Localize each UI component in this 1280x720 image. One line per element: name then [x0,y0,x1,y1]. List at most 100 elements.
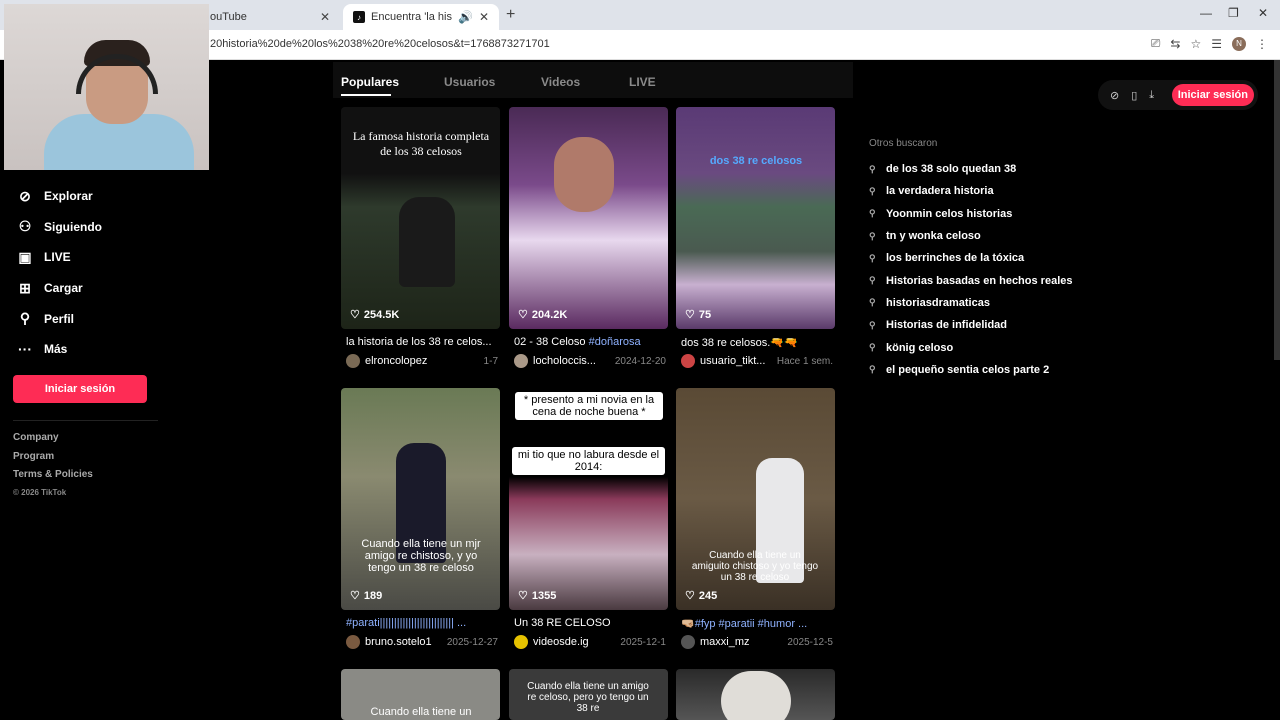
desc-text: 02 - 38 Celoso [514,336,589,348]
video-thumbnail[interactable]: Cuando ella tiene un [341,669,500,720]
compass-icon[interactable]: ⊘ [1110,89,1119,102]
sidebar-item-siguiendo[interactable]: ⚇ Siguiendo [0,212,210,243]
sidebar-item-mas[interactable]: ··· Más [0,334,210,365]
avatar[interactable] [346,354,360,368]
username[interactable]: maxxi_mz [700,636,787,648]
video-thumbnail[interactable]: Cuando ella tiene un amiguito chistoso y… [676,388,835,610]
avatar[interactable] [681,635,695,649]
bookmark-star-icon[interactable]: ☆ [1190,37,1201,51]
video-thumbnail[interactable]: Cuando ella tiene un mjr amigo re chisto… [341,388,500,610]
close-window-icon[interactable]: ✕ [1258,6,1268,20]
search-icon: ⚲ [869,252,876,263]
hashtag[interactable]: #parati|||||||||||||||||||||||||| ... [346,617,466,629]
login-button[interactable]: Iniciar sesión [13,375,147,403]
video-thumbnail[interactable]: La famosa historia completa de los 38 ce… [341,107,500,329]
video-thumbnail[interactable]: dos 38 re celosos [676,107,835,329]
tab-populares[interactable]: Populares [341,75,399,89]
suggestion-item[interactable]: ⚲ Historias de infidelidad [869,314,1072,336]
sidebar-divider [13,420,158,421]
tab-youtube[interactable]: ouTube ✕ [200,4,340,30]
footer-link-company[interactable]: Company [13,432,93,451]
download-icon[interactable]: ⤓ [1149,89,1154,102]
tiktok-favicon-icon: ♪ [353,11,365,23]
suggestion-item[interactable]: ⚲ Yoonmin celos historias [869,203,1072,225]
footer-link-terms[interactable]: Terms & Policies [13,469,93,488]
video-description[interactable]: dos 38 re celosos.🔫🔫 [681,336,833,349]
suggestion-item[interactable]: ⚲ de los 38 solo quedan 38 [869,158,1072,180]
sidebar-item-explorar[interactable]: ⊘ Explorar [0,181,210,212]
avatar[interactable] [514,354,528,368]
video-thumbnail[interactable]: * presento a mi novia en la cena de noch… [509,388,668,610]
video-meta: bruno.sotelo1 2025-12-27 [346,634,498,650]
close-icon[interactable]: ✕ [320,10,330,24]
header-login-button[interactable]: Iniciar sesión [1171,84,1254,106]
suggestion-item[interactable]: ⚲ historiasdramaticas [869,292,1072,314]
tab-live[interactable]: LIVE [629,75,656,89]
like-count: ♡ 189 [350,589,383,603]
username[interactable]: videosde.ig [533,636,620,648]
profile-icon: ⚲ [19,310,31,327]
speaker-icon[interactable]: 🔊 [458,10,473,24]
footer-link-program[interactable]: Program [13,451,93,470]
new-tab-button[interactable]: + [506,6,515,24]
username[interactable]: usuario_tikt... [700,355,777,367]
suggestion-label: el pequeño sentia celos parte 2 [886,363,1050,376]
translate-icon[interactable]: ⇆ [1170,37,1180,51]
video-meta: usuario_tikt... Hace 1 sem. [681,353,833,369]
username[interactable]: bruno.sotelo1 [365,636,447,648]
cast-icon[interactable]: ⎚ [1151,36,1161,51]
reading-list-icon[interactable]: ☰ [1211,37,1222,51]
video-description[interactable]: Un 38 RE CELOSO [514,617,666,629]
compass-icon: ⊘ [19,187,31,204]
suggestion-item[interactable]: ⚲ la verdadera historia [869,180,1072,202]
video-thumbnail[interactable] [509,107,668,329]
sidebar-item-label: Cargar [44,281,83,296]
hashtag[interactable]: #fyp #paratii #humor ... [695,618,808,630]
tab-tiktok[interactable]: ♪ Encuentra 'la historia de los 🔊 ✕ [343,4,499,30]
search-icon: ⚲ [869,275,876,286]
tab-usuarios[interactable]: Usuarios [444,75,495,89]
search-icon: ⚲ [869,364,876,375]
sidebar-item-live[interactable]: ▣ LIVE [0,242,210,273]
active-tab-indicator [341,94,391,96]
suggestion-item[interactable]: ⚲ tn y wonka celoso [869,225,1072,247]
hashtag[interactable]: #doñarosa [589,336,641,348]
restore-icon[interactable]: ❐ [1228,6,1239,20]
others-searched-panel: Otros buscaron ⚲ de los 38 solo quedan 38… [869,138,1072,381]
page-scrollbar[interactable] [1274,60,1280,360]
suggestion-item[interactable]: ⚲ los berrinches de la tóxica [869,247,1072,269]
video-meta: videosde.ig 2025-12-1 [514,634,666,650]
search-icon: ⚲ [869,319,876,330]
video-description[interactable]: 02 - 38 Celoso #doñarosa [514,336,666,348]
address-bar-actions: ⎚ ⇆ ☆ ☰ N ⋮ [1151,36,1268,51]
phone-icon[interactable]: ▯ [1131,89,1137,102]
minimize-icon[interactable]: — [1200,6,1212,20]
suggestion-item[interactable]: ⚲ el pequeño sentia celos parte 2 [869,359,1072,381]
suggestion-item[interactable]: ⚲ könig celoso [869,336,1072,358]
sidebar-item-perfil[interactable]: ⚲ Perfil [0,303,210,334]
thumbnail-person [721,671,791,720]
desc-text: dos 38 re celosos.🔫🔫 [681,337,798,349]
username[interactable]: locholoccis... [533,355,615,367]
thumbnail-caption: * presento a mi novia en la cena de noch… [515,392,663,420]
avatar[interactable] [346,635,360,649]
video-thumbnail[interactable] [676,669,835,720]
like-count-value: 245 [698,589,718,602]
video-meta: maxxi_mz 2025-12-5 [681,634,833,650]
close-icon[interactable]: ✕ [479,10,489,24]
sidebar-item-cargar[interactable]: ⊞ Cargar [0,273,210,304]
like-count-value: 189 [363,589,383,602]
video-description[interactable]: la historia de los 38 re celos... [346,336,498,348]
url-field[interactable]: 20historia%20de%20los%2038%20re%20celoso… [210,38,550,50]
avatar[interactable] [681,354,695,368]
tab-videos[interactable]: Videos [541,75,580,89]
video-thumbnail[interactable]: Cuando ella tiene un amigo re celoso, pe… [509,669,668,720]
video-description[interactable]: 🤜🏼#fyp #paratii #humor ... [681,617,833,630]
profile-avatar[interactable]: N [1232,36,1246,51]
username[interactable]: elroncolopez [365,355,484,367]
video-description[interactable]: #parati|||||||||||||||||||||||||| ... [346,617,498,629]
suggestion-item[interactable]: ⚲ Historias basadas en hechos reales [869,269,1072,291]
header-actions: ⊘ ▯ ⤓ Iniciar sesión [1098,80,1258,110]
menu-kebab-icon[interactable]: ⋮ [1256,37,1268,51]
avatar[interactable] [514,635,528,649]
